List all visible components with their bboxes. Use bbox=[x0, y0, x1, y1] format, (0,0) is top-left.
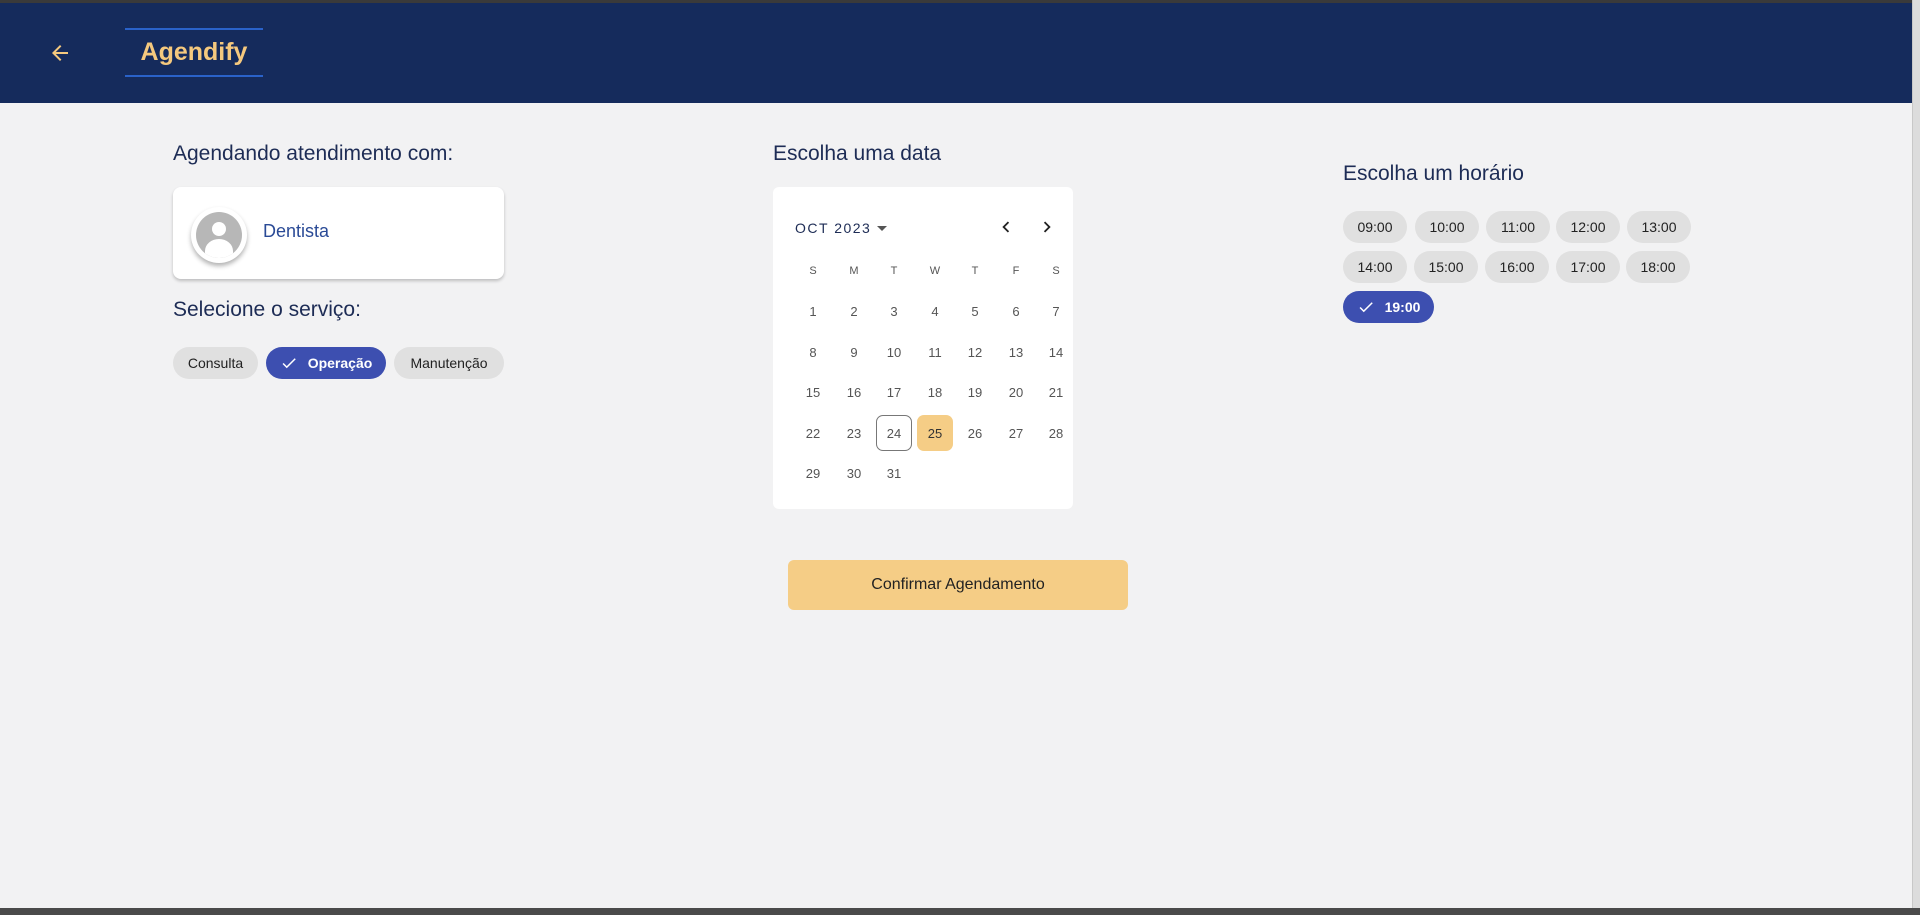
arrow-left-icon bbox=[48, 41, 72, 70]
weekday-label: S bbox=[809, 265, 817, 277]
service-chip-consulta[interactable]: Consulta bbox=[173, 347, 258, 379]
professional-card: Dentista bbox=[173, 187, 504, 279]
weekday-label: T bbox=[971, 265, 979, 277]
calendar-day[interactable]: 7 bbox=[1038, 293, 1074, 329]
time-slot-label: 09:00 bbox=[1357, 219, 1393, 235]
calendar-day[interactable]: 9 bbox=[836, 334, 872, 370]
professional-section-title: Agendando atendimento com: bbox=[173, 142, 454, 165]
calendar-day[interactable]: 24 bbox=[876, 415, 912, 451]
caret-down-icon bbox=[877, 225, 888, 231]
calendar-day[interactable]: 11 bbox=[917, 334, 953, 370]
calendar-day[interactable]: 4 bbox=[917, 293, 953, 329]
calendar-day[interactable]: 13 bbox=[998, 334, 1034, 370]
time-slot-chip[interactable]: 10:00 bbox=[1415, 211, 1479, 243]
vertical-scrollbar[interactable] bbox=[1912, 0, 1920, 908]
service-section-title: Selecione o serviço: bbox=[173, 298, 361, 321]
confirm-appointment-button[interactable]: Confirmar Agendamento bbox=[788, 560, 1128, 610]
check-icon bbox=[1357, 298, 1375, 316]
time-slot-label: 10:00 bbox=[1429, 219, 1465, 235]
time-slot-chip[interactable]: 15:00 bbox=[1414, 251, 1478, 283]
time-slot-chip[interactable]: 16:00 bbox=[1485, 251, 1549, 283]
service-chip-manutencao[interactable]: Manutenção bbox=[394, 347, 504, 379]
time-slot-label: 16:00 bbox=[1499, 259, 1535, 275]
time-slot-label: 18:00 bbox=[1640, 259, 1676, 275]
time-slot-label: 17:00 bbox=[1570, 259, 1606, 275]
service-chip-operacao[interactable]: Operação bbox=[266, 347, 386, 379]
calendar-day[interactable]: 29 bbox=[795, 455, 831, 491]
calendar-day[interactable]: 22 bbox=[795, 415, 831, 451]
calendar-day[interactable]: 31 bbox=[876, 455, 912, 491]
calendar-day[interactable]: 12 bbox=[957, 334, 993, 370]
calendar-day[interactable]: 14 bbox=[1038, 334, 1074, 370]
calendar-day[interactable]: 17 bbox=[876, 374, 912, 410]
professional-name: Dentista bbox=[263, 221, 330, 241]
back-button[interactable] bbox=[44, 39, 76, 71]
time-slot-chip[interactable]: 14:00 bbox=[1343, 251, 1407, 283]
calendar-day[interactable]: 26 bbox=[957, 415, 993, 451]
time-slot-chip[interactable]: 09:00 bbox=[1343, 211, 1407, 243]
date-calendar: OCT 2023 SMTWTFS 1 2 3 4 5 6 7 8 9 10 11 12 13 14 15 16… bbox=[773, 187, 1073, 509]
date-section-title: Escolha uma data bbox=[773, 142, 942, 165]
time-slot-label: 19:00 bbox=[1384, 299, 1421, 315]
calendar-day[interactable]: 30 bbox=[836, 455, 872, 491]
brand-logo[interactable]: Agendify bbox=[125, 28, 263, 77]
calendar-day[interactable]: 3 bbox=[876, 293, 912, 329]
service-chip-label: Consulta bbox=[187, 355, 244, 371]
check-icon bbox=[280, 354, 298, 372]
calendar-day[interactable]: 18 bbox=[917, 374, 953, 410]
calendar-day[interactable]: 8 bbox=[795, 334, 831, 370]
calendar-day[interactable]: 5 bbox=[957, 293, 993, 329]
time-slot-chip[interactable]: 19:00 bbox=[1343, 291, 1434, 323]
weekday-label: F bbox=[1012, 265, 1020, 277]
month-year-selector[interactable]: OCT 2023 bbox=[795, 220, 888, 236]
app-header: Agendify bbox=[0, 3, 1912, 103]
calendar-day[interactable]: 19 bbox=[957, 374, 993, 410]
calendar-day[interactable]: 23 bbox=[836, 415, 872, 451]
calendar-day[interactable]: 2 bbox=[836, 293, 872, 329]
window-bottom-border bbox=[0, 908, 1920, 915]
service-chip-label: Manutenção bbox=[410, 355, 488, 371]
chevron-left-icon bbox=[995, 216, 1017, 243]
person-icon bbox=[196, 212, 242, 258]
weekday-label: S bbox=[1052, 265, 1060, 277]
time-slot-chip[interactable]: 18:00 bbox=[1626, 251, 1690, 283]
calendar-day[interactable]: 28 bbox=[1038, 415, 1074, 451]
time-slot-label: 12:00 bbox=[1570, 219, 1606, 235]
chevron-right-icon bbox=[1036, 216, 1058, 243]
weekday-label: W bbox=[929, 265, 941, 277]
time-slot-label: 15:00 bbox=[1428, 259, 1464, 275]
time-section-title: Escolha um horário bbox=[1343, 162, 1524, 185]
time-slot-label: 11:00 bbox=[1501, 219, 1535, 235]
weekday-label: T bbox=[890, 265, 898, 277]
calendar-day[interactable]: 16 bbox=[836, 374, 872, 410]
weekday-label: M bbox=[849, 265, 859, 277]
calendar-day[interactable]: 15 bbox=[795, 374, 831, 410]
calendar-day[interactable]: 21 bbox=[1038, 374, 1074, 410]
time-slot-label: 13:00 bbox=[1641, 219, 1677, 235]
previous-month-button[interactable] bbox=[994, 217, 1018, 241]
month-year-label: OCT 2023 bbox=[795, 220, 872, 236]
calendar-day[interactable]: 10 bbox=[876, 334, 912, 370]
time-slot-chip[interactable]: 12:00 bbox=[1556, 211, 1620, 243]
avatar bbox=[191, 207, 247, 263]
calendar-day[interactable]: 1 bbox=[795, 293, 831, 329]
time-slot-chip[interactable]: 11:00 bbox=[1486, 211, 1550, 243]
next-month-button[interactable] bbox=[1035, 217, 1059, 241]
calendar-day[interactable]: 20 bbox=[998, 374, 1034, 410]
service-chip-label: Operação bbox=[307, 355, 373, 371]
calendar-day[interactable]: 6 bbox=[998, 293, 1034, 329]
time-slot-chip[interactable]: 17:00 bbox=[1556, 251, 1620, 283]
time-slot-label: 14:00 bbox=[1357, 259, 1393, 275]
calendar-day[interactable]: 25 bbox=[917, 415, 953, 451]
time-slot-chip[interactable]: 13:00 bbox=[1627, 211, 1691, 243]
calendar-day[interactable]: 27 bbox=[998, 415, 1034, 451]
